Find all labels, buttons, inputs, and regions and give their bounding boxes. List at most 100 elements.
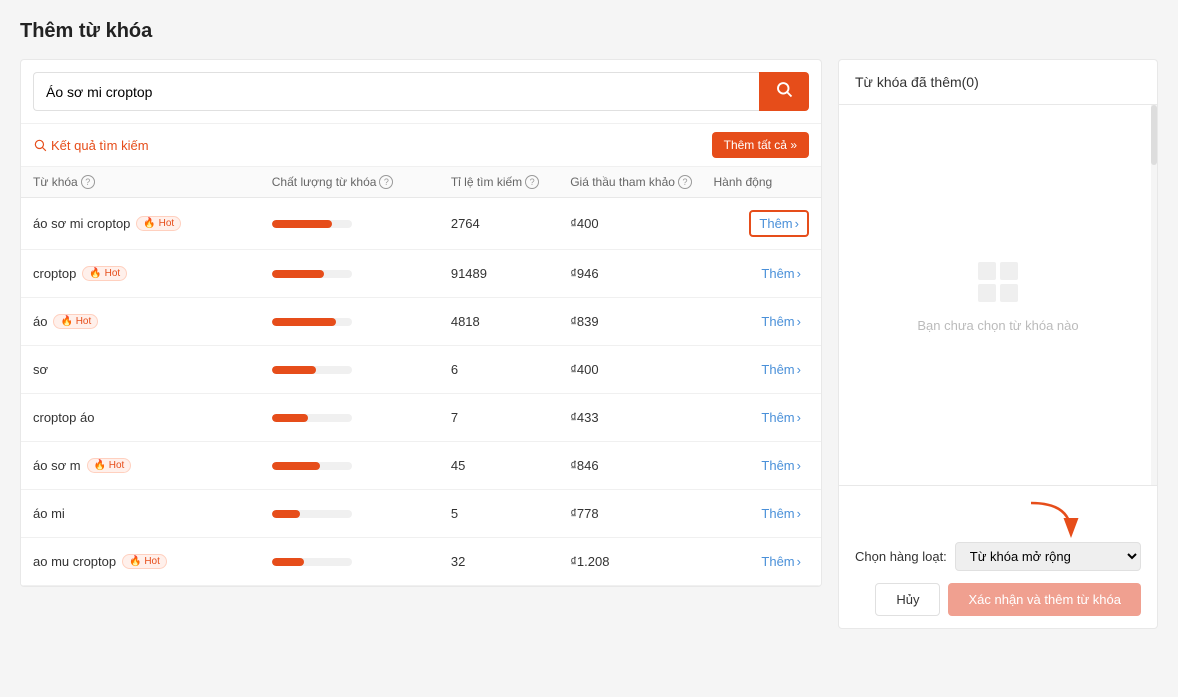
col-ref-price: Giá thầu tham khảo ? bbox=[570, 175, 713, 189]
chevron-right-icon: › bbox=[797, 362, 801, 377]
add-keyword-button[interactable]: Thêm › bbox=[749, 210, 809, 237]
bar-fill bbox=[272, 220, 332, 228]
add-keyword-button[interactable]: Thêm › bbox=[753, 406, 809, 429]
add-keyword-button[interactable]: Thêm › bbox=[753, 358, 809, 381]
batch-select-label: Chọn hàng loạt: bbox=[855, 549, 947, 564]
bar-background bbox=[272, 414, 352, 422]
bar-fill bbox=[272, 462, 320, 470]
quality-bar bbox=[272, 270, 451, 278]
bar-fill bbox=[272, 414, 308, 422]
col-search-rate: Tỉ lệ tìm kiếm ? bbox=[451, 175, 570, 189]
quality-help-icon[interactable]: ? bbox=[379, 175, 393, 189]
scrollbar-track[interactable] bbox=[1151, 105, 1157, 485]
hot-badge: 🔥 Hot bbox=[82, 266, 127, 281]
arrow-indicator bbox=[855, 498, 1141, 538]
add-keyword-button[interactable]: Thêm › bbox=[753, 454, 809, 477]
keyword-help-icon[interactable]: ? bbox=[81, 175, 95, 189]
price-cell: ₫400 bbox=[570, 216, 713, 231]
scrollbar-thumb[interactable] bbox=[1151, 105, 1157, 165]
left-panel: Kết quả tìm kiếm Thêm tất cả » Từ khóa ?… bbox=[20, 59, 822, 587]
arrow-icon bbox=[1021, 498, 1081, 538]
action-cell: Thêm › bbox=[713, 210, 809, 237]
search-bar bbox=[21, 60, 821, 124]
keyword-cell: áo 🔥 Hot bbox=[33, 314, 272, 329]
keyword-text: áo mi bbox=[33, 506, 65, 521]
keyword-cell: ao mu croptop 🔥 Hot bbox=[33, 554, 272, 569]
table-row: áo 🔥 Hot 4818 ₫839 Thêm › bbox=[21, 298, 821, 346]
chevron-right-icon: › bbox=[797, 410, 801, 425]
search-rate-cell: 32 bbox=[451, 554, 570, 569]
action-cell: Thêm › bbox=[713, 262, 809, 285]
result-label-text: Kết quả tìm kiếm bbox=[51, 138, 149, 153]
empty-state-icon bbox=[974, 258, 1022, 306]
chevron-right-icon: › bbox=[797, 458, 801, 473]
confirm-button[interactable]: Xác nhận và thêm từ khóa bbox=[948, 583, 1141, 616]
price-cell: ₫846 bbox=[570, 458, 713, 473]
price-cell: ₫839 bbox=[570, 314, 713, 329]
keyword-cell: áo sơ mi croptop 🔥 Hot bbox=[33, 216, 272, 231]
ref-price-help-icon[interactable]: ? bbox=[678, 175, 692, 189]
keyword-text: áo bbox=[33, 314, 47, 329]
keyword-text: croptop bbox=[33, 266, 76, 281]
keyword-text: sơ bbox=[33, 362, 48, 377]
quality-bar bbox=[272, 510, 451, 518]
add-keyword-button[interactable]: Thêm › bbox=[753, 262, 809, 285]
table-row: áo mi 5 ₫778 Thêm › bbox=[21, 490, 821, 538]
search-rate-cell: 91489 bbox=[451, 266, 570, 281]
batch-type-dropdown[interactable]: Từ khóa mở rộng bbox=[955, 542, 1141, 571]
table-header: Từ khóa ? Chất lượng từ khóa ? Tỉ lệ tìm… bbox=[21, 167, 821, 198]
keyword-cell: áo mi bbox=[33, 506, 272, 521]
col-keyword: Từ khóa ? bbox=[33, 175, 272, 189]
keyword-cell: sơ bbox=[33, 362, 272, 377]
add-all-button[interactable]: Thêm tất cả » bbox=[712, 132, 809, 158]
add-keyword-button[interactable]: Thêm › bbox=[753, 502, 809, 525]
keyword-text: croptop áo bbox=[33, 410, 94, 425]
result-label: Kết quả tìm kiếm bbox=[33, 138, 149, 153]
keyword-cell: croptop áo bbox=[33, 410, 272, 425]
table-row: áo sơ mi croptop 🔥 Hot 2764 ₫400 Thêm › bbox=[21, 198, 821, 250]
batch-select-row: Chọn hàng loạt: Từ khóa mở rộng bbox=[855, 542, 1141, 571]
chevron-right-icon: › bbox=[797, 506, 801, 521]
chevron-right-icon: › bbox=[795, 216, 799, 231]
hot-badge: 🔥 Hot bbox=[136, 216, 181, 231]
col-quality: Chất lượng từ khóa ? bbox=[272, 175, 451, 189]
table-row: croptop áo 7 ₫433 Thêm › bbox=[21, 394, 821, 442]
table-body: áo sơ mi croptop 🔥 Hot 2764 ₫400 Thêm › … bbox=[21, 198, 821, 586]
keyword-text: ao mu croptop bbox=[33, 554, 116, 569]
bar-background bbox=[272, 510, 352, 518]
search-rate-help-icon[interactable]: ? bbox=[525, 175, 539, 189]
keyword-cell: croptop 🔥 Hot bbox=[33, 266, 272, 281]
chevron-right-icon: › bbox=[797, 266, 801, 281]
table-row: croptop 🔥 Hot 91489 ₫946 Thêm › bbox=[21, 250, 821, 298]
col-action: Hành động bbox=[713, 175, 809, 189]
search-rate-cell: 5 bbox=[451, 506, 570, 521]
add-keyword-button[interactable]: Thêm › bbox=[753, 550, 809, 573]
price-cell: ₫1.208 bbox=[570, 554, 713, 569]
search-button[interactable] bbox=[759, 72, 809, 111]
hot-badge: 🔥 Hot bbox=[122, 554, 167, 569]
table-row: ao mu croptop 🔥 Hot 32 ₫1.208 Thêm › bbox=[21, 538, 821, 586]
search-input[interactable] bbox=[33, 72, 759, 111]
table-row: áo sơ m 🔥 Hot 45 ₫846 Thêm › bbox=[21, 442, 821, 490]
quality-bar bbox=[272, 414, 451, 422]
bar-background bbox=[272, 270, 352, 278]
price-cell: ₫400 bbox=[570, 362, 713, 377]
empty-text: Bạn chưa chọn từ khóa nào bbox=[917, 318, 1078, 333]
action-cell: Thêm › bbox=[713, 454, 809, 477]
quality-bar bbox=[272, 220, 451, 228]
search-rate-cell: 6 bbox=[451, 362, 570, 377]
action-cell: Thêm › bbox=[713, 310, 809, 333]
quality-bar bbox=[272, 366, 451, 374]
bar-fill bbox=[272, 318, 336, 326]
bar-background bbox=[272, 462, 352, 470]
right-panel-header: Từ khóa đã thêm(0) bbox=[839, 60, 1157, 105]
action-cell: Thêm › bbox=[713, 502, 809, 525]
quality-bar bbox=[272, 318, 451, 326]
table-row: sơ 6 ₫400 Thêm › bbox=[21, 346, 821, 394]
add-keyword-button[interactable]: Thêm › bbox=[753, 310, 809, 333]
main-layout: Kết quả tìm kiếm Thêm tất cả » Từ khóa ?… bbox=[20, 59, 1158, 629]
right-panel-footer: Chọn hàng loạt: Từ khóa mở rộng Hủy Xác … bbox=[839, 485, 1157, 628]
cancel-button[interactable]: Hủy bbox=[875, 583, 940, 616]
price-cell: ₫946 bbox=[570, 266, 713, 281]
price-cell: ₫433 bbox=[570, 410, 713, 425]
